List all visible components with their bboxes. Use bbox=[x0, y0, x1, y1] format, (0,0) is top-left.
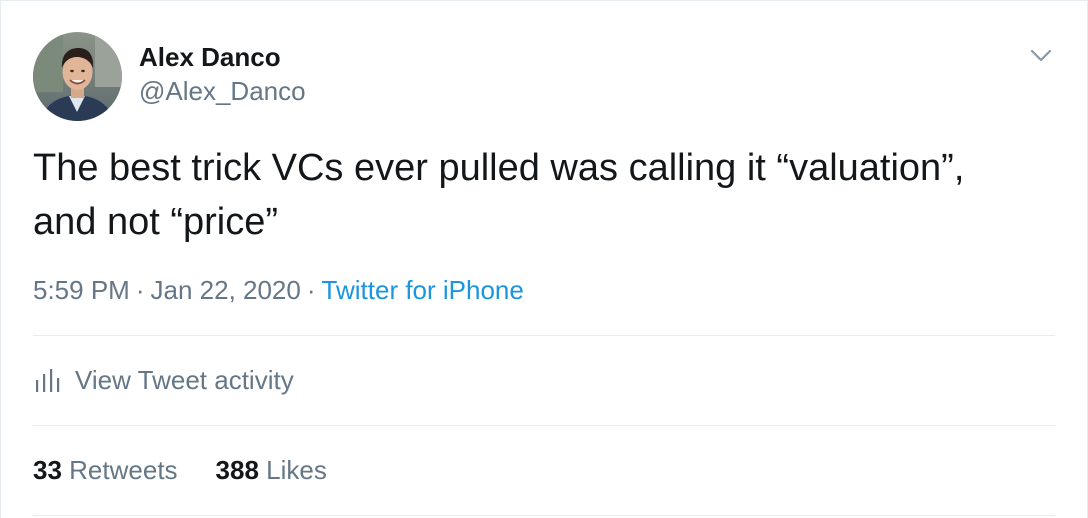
likes-count: 388 bbox=[215, 455, 259, 485]
retweets-count: 33 bbox=[33, 455, 62, 485]
meta-separator: · bbox=[306, 275, 316, 305]
tweet-source-link[interactable]: Twitter for iPhone bbox=[322, 275, 524, 305]
likes-label: Likes bbox=[266, 455, 327, 485]
tweet-text: The best trick VCs ever pulled was calli… bbox=[33, 141, 1043, 249]
bar-chart-icon bbox=[36, 369, 60, 392]
author-handle[interactable]: @Alex_Danco bbox=[139, 75, 306, 107]
tweet-stats: 33 Retweets 388 Likes bbox=[33, 451, 365, 489]
view-tweet-activity-label: View Tweet activity bbox=[75, 364, 294, 395]
divider bbox=[33, 425, 1055, 426]
retweets-label: Retweets bbox=[69, 455, 178, 485]
avatar[interactable] bbox=[33, 32, 122, 121]
view-tweet-activity-link[interactable]: View Tweet activity bbox=[33, 361, 294, 399]
tweet-card: Alex Danco @Alex_Danco The best trick VC… bbox=[0, 0, 1088, 518]
chevron-down-icon[interactable] bbox=[1027, 41, 1055, 69]
tweet-text-line-1: The best trick VCs ever pulled was calli… bbox=[33, 147, 965, 189]
tweet-text-line-2: and not “price” bbox=[33, 201, 279, 243]
divider bbox=[33, 335, 1055, 336]
likes-stat[interactable]: 388 Likes bbox=[216, 451, 327, 489]
divider bbox=[33, 515, 1055, 516]
author-display-name[interactable]: Alex Danco bbox=[139, 41, 281, 73]
retweets-stat[interactable]: 33 Retweets bbox=[33, 451, 178, 489]
avatar-image bbox=[33, 32, 122, 121]
tweet-time[interactable]: 5:59 PM bbox=[33, 275, 130, 305]
meta-separator: · bbox=[135, 275, 145, 305]
tweet-date[interactable]: Jan 22, 2020 bbox=[151, 275, 301, 305]
tweet-meta: 5:59 PM · Jan 22, 2020 · Twitter for iPhone bbox=[33, 273, 524, 307]
